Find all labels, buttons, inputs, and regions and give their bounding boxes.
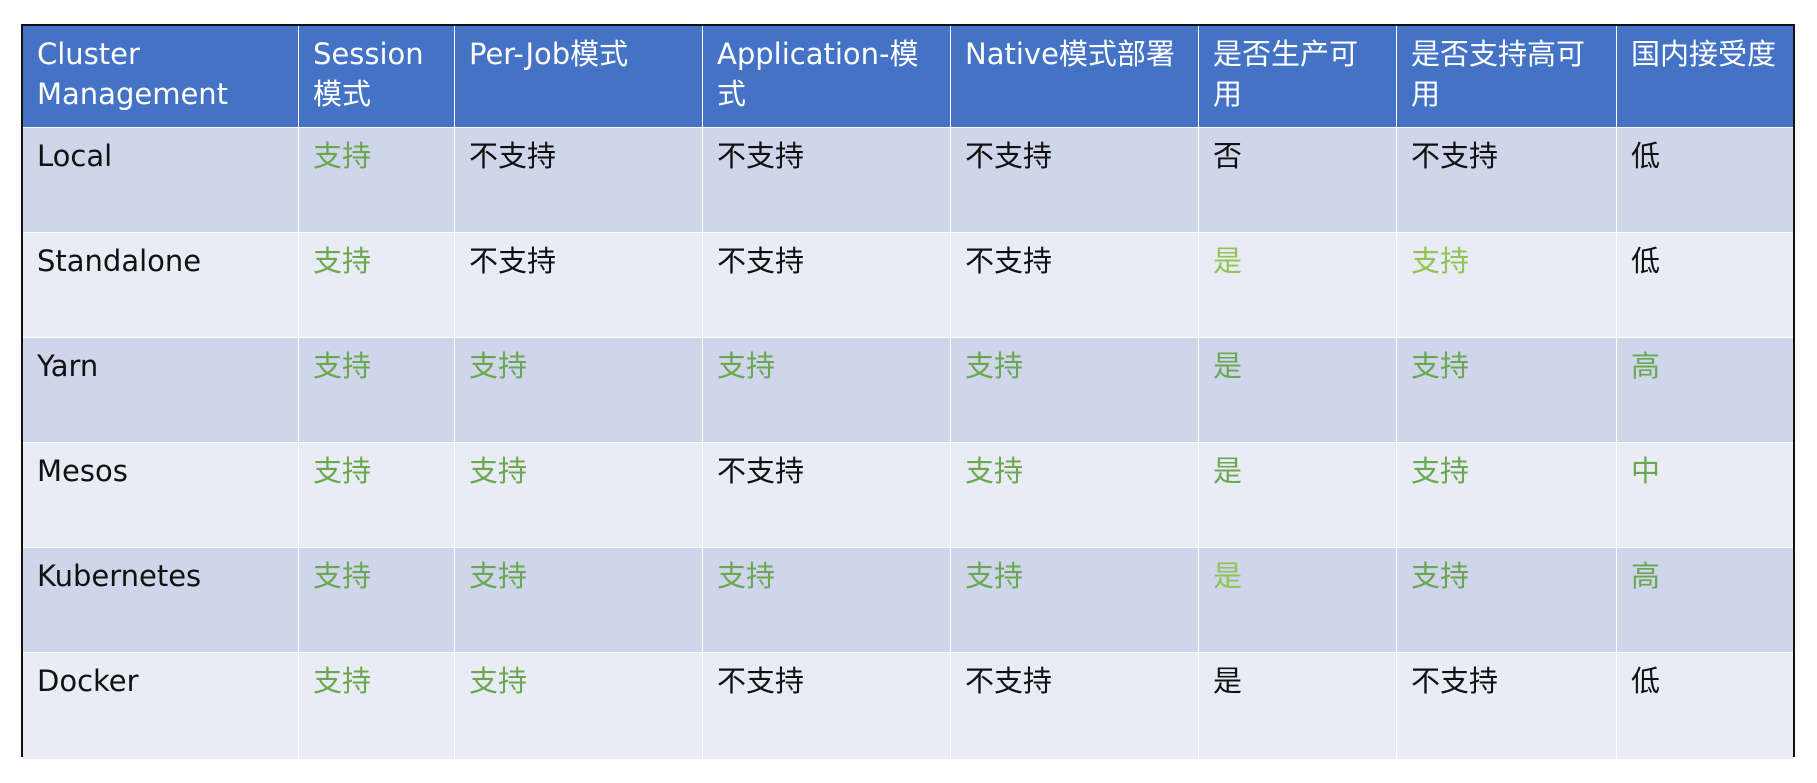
header-cluster-management: Cluster Management xyxy=(23,26,299,128)
table-cell: 不支持 xyxy=(455,128,703,233)
table-cell: 不支持 xyxy=(455,233,703,338)
table-cell: 是 xyxy=(1199,338,1397,443)
table-cell: 低 xyxy=(1617,653,1793,759)
table-cell: 低 xyxy=(1617,128,1793,233)
table-cell: Docker xyxy=(23,653,299,759)
table-cell: 支持 xyxy=(1397,443,1617,548)
table-cell: 支持 xyxy=(703,338,951,443)
table-header-row: Cluster Management Session模式 Per-Job模式 A… xyxy=(23,26,1793,128)
table-cell: 支持 xyxy=(299,338,455,443)
table-cell: 支持 xyxy=(299,233,455,338)
table-cell: 是 xyxy=(1199,443,1397,548)
table-cell: 不支持 xyxy=(951,233,1199,338)
table-cell: 支持 xyxy=(1397,233,1617,338)
header-application-mode: Application-模式 xyxy=(703,26,951,128)
comparison-table-frame: Cluster Management Session模式 Per-Job模式 A… xyxy=(21,24,1795,759)
header-session-mode: Session模式 xyxy=(299,26,455,128)
header-high-availability: 是否支持高可用 xyxy=(1397,26,1617,128)
header-native-deployment: Native模式部署 xyxy=(951,26,1199,128)
table-cell: 支持 xyxy=(951,443,1199,548)
table-cell: 支持 xyxy=(703,548,951,653)
table-row: Local 支持 不支持 不支持 不支持 否 不支持 低 xyxy=(23,128,1793,233)
table-cell: Kubernetes xyxy=(23,548,299,653)
table-cell: 是 xyxy=(1199,233,1397,338)
table-cell: Local xyxy=(23,128,299,233)
table-cell: 是 xyxy=(1199,548,1397,653)
table-row: Yarn 支持 支持 支持 支持 是 支持 高 xyxy=(23,338,1793,443)
table-cell: 支持 xyxy=(455,653,703,759)
table-cell: Yarn xyxy=(23,338,299,443)
table-cell: 不支持 xyxy=(703,443,951,548)
table-cell: 不支持 xyxy=(703,233,951,338)
table-cell: 支持 xyxy=(299,548,455,653)
table-row: Mesos 支持 支持 不支持 支持 是 支持 中 xyxy=(23,443,1793,548)
table-cell: 支持 xyxy=(299,653,455,759)
table-row: Docker 支持 支持 不支持 不支持 是 不支持 低 xyxy=(23,653,1793,759)
cluster-management-table: Cluster Management Session模式 Per-Job模式 A… xyxy=(23,26,1793,759)
table-cell: 支持 xyxy=(1397,548,1617,653)
table-cell: 支持 xyxy=(1397,338,1617,443)
table-cell: 高 xyxy=(1617,548,1793,653)
table-cell: 支持 xyxy=(951,338,1199,443)
table-cell: 支持 xyxy=(299,443,455,548)
header-domestic-acceptance: 国内接受度 xyxy=(1617,26,1793,128)
table-cell: 是 xyxy=(1199,653,1397,759)
table-cell: 不支持 xyxy=(1397,128,1617,233)
header-per-job-mode: Per-Job模式 xyxy=(455,26,703,128)
header-production-ready: 是否生产可用 xyxy=(1199,26,1397,128)
table-cell: 支持 xyxy=(951,548,1199,653)
table-row: Standalone 支持 不支持 不支持 不支持 是 支持 低 xyxy=(23,233,1793,338)
table-cell: 支持 xyxy=(455,548,703,653)
table-cell: 高 xyxy=(1617,338,1793,443)
table-cell: 否 xyxy=(1199,128,1397,233)
table-cell: 不支持 xyxy=(951,128,1199,233)
table-cell: 支持 xyxy=(455,338,703,443)
table-cell: 中 xyxy=(1617,443,1793,548)
table-cell: 支持 xyxy=(455,443,703,548)
table-cell: Standalone xyxy=(23,233,299,338)
table-cell: 不支持 xyxy=(703,653,951,759)
table-cell: 低 xyxy=(1617,233,1793,338)
table-row: Kubernetes 支持 支持 支持 支持 是 支持 高 xyxy=(23,548,1793,653)
table-cell: 支持 xyxy=(299,128,455,233)
table-cell: 不支持 xyxy=(703,128,951,233)
table-cell: 不支持 xyxy=(951,653,1199,759)
table-cell: 不支持 xyxy=(1397,653,1617,759)
table-cell: Mesos xyxy=(23,443,299,548)
